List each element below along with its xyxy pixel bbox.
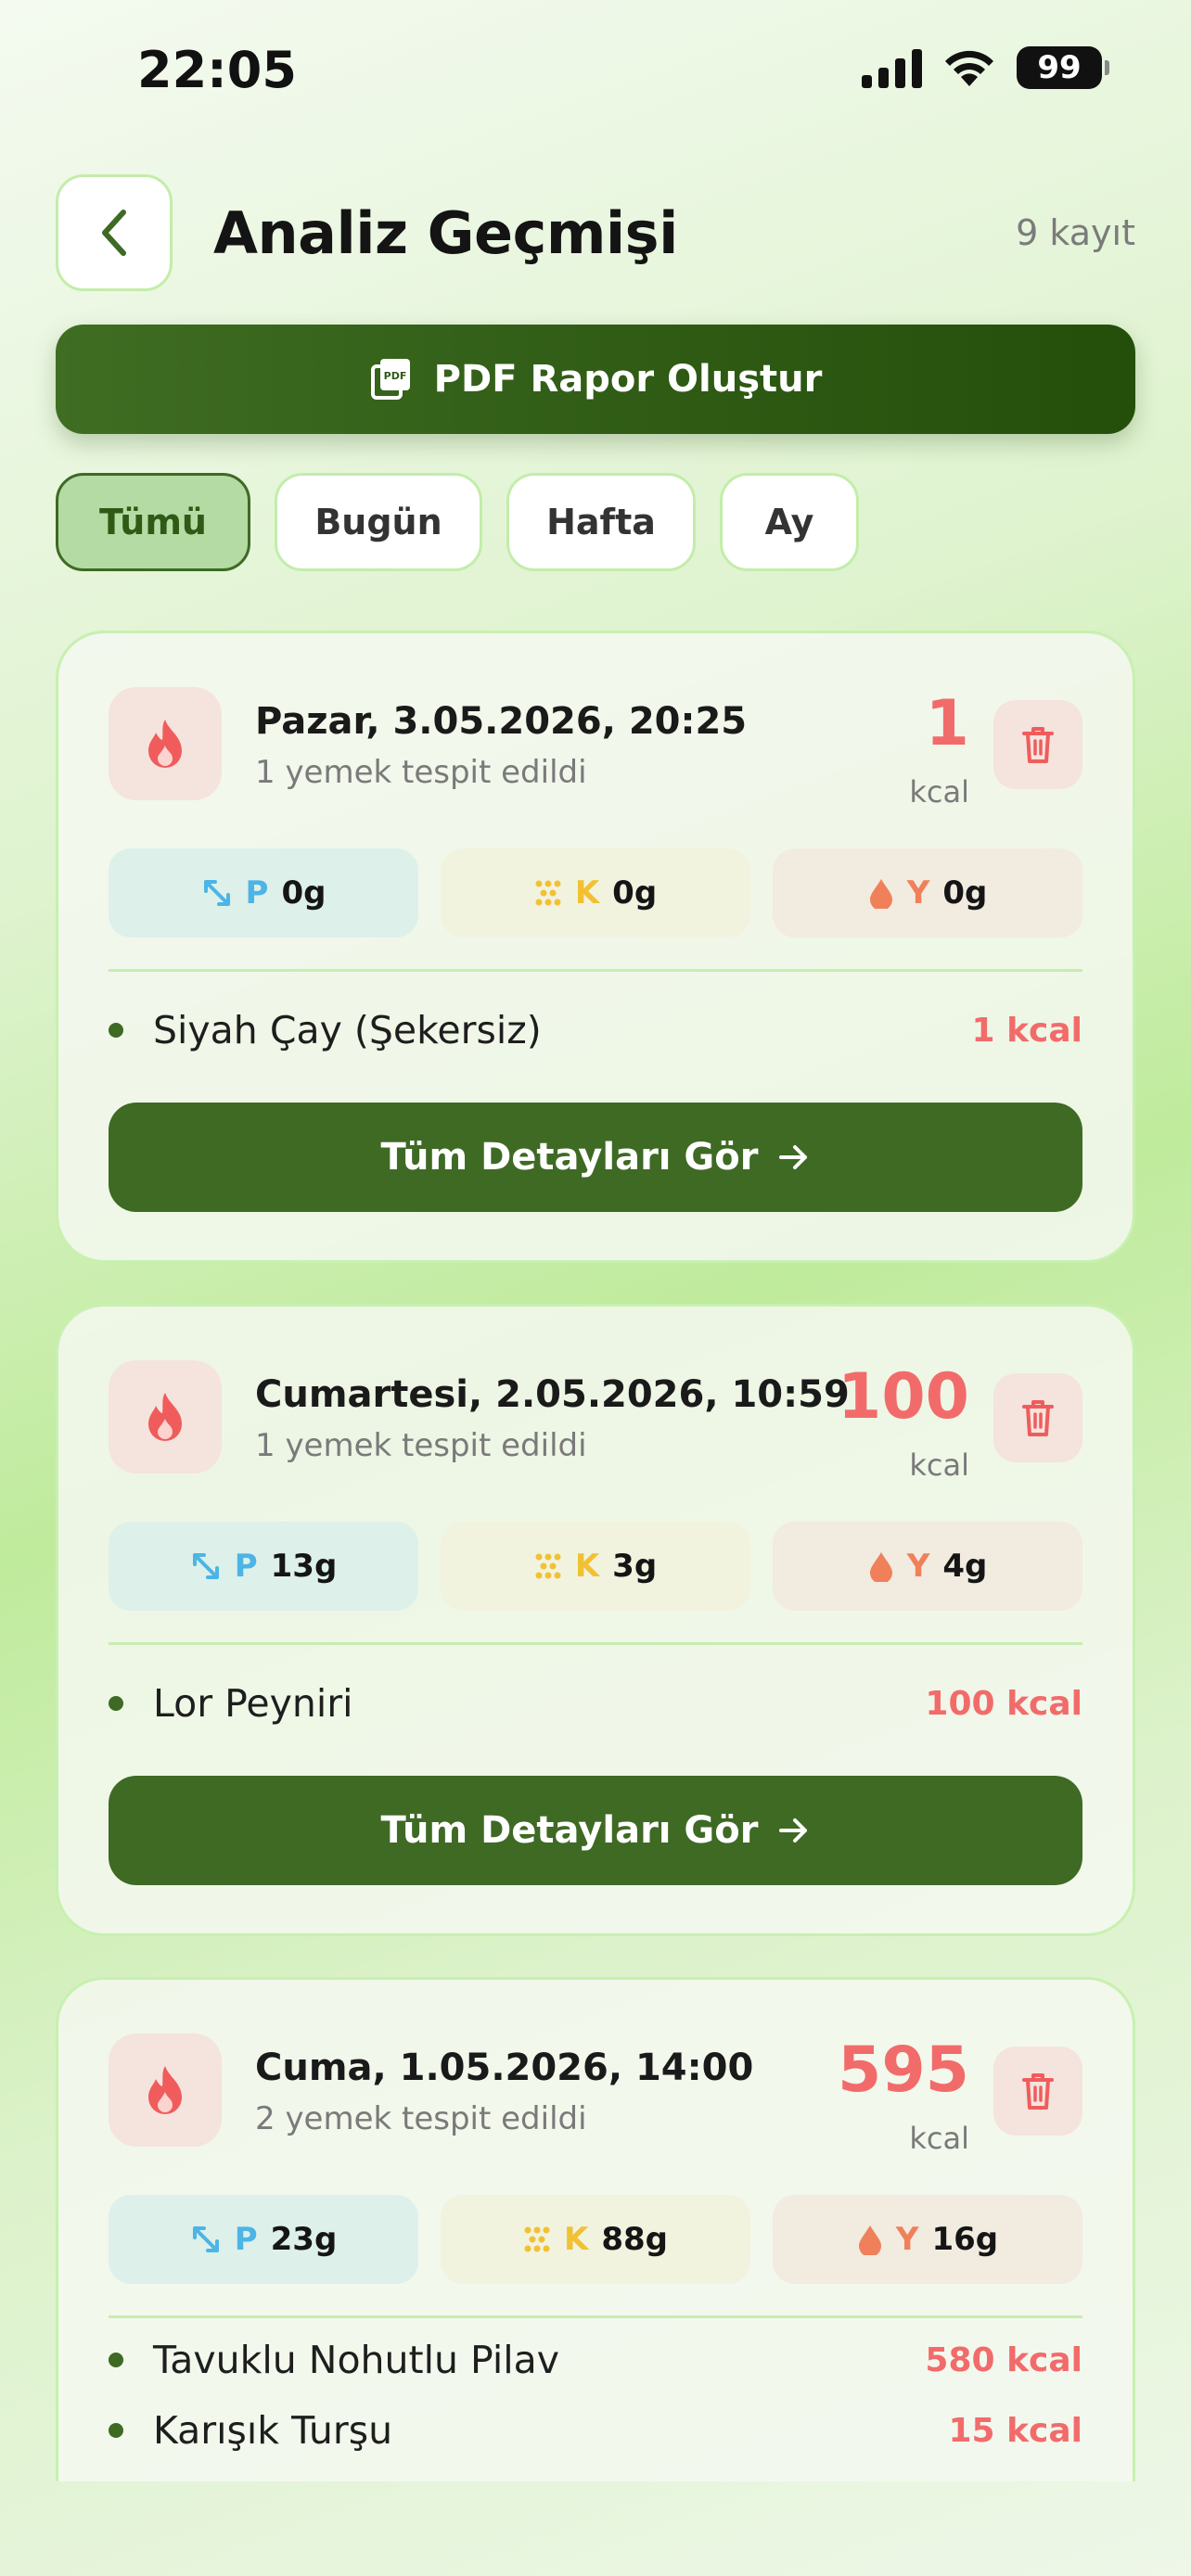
fat-value: 16g — [931, 2221, 999, 2258]
view-details-button[interactable]: Tüm Detayları Gör — [109, 1103, 1082, 1212]
protein-value: 0g — [281, 874, 327, 912]
wifi-icon — [945, 50, 993, 86]
bullet-icon — [109, 2423, 123, 2438]
arrows-expand-icon — [192, 1553, 219, 1579]
record-count: 9 kayıt — [1016, 212, 1135, 253]
fat-value: 4g — [942, 1548, 988, 1585]
carb-value: 88g — [601, 2221, 668, 2258]
meal-icon — [109, 2034, 222, 2147]
card-subtitle: 1 yemek tespit edildi — [255, 754, 587, 791]
drop-icon — [869, 879, 892, 909]
analysis-card[interactable]: Cuma, 1.05.2026, 14:00 2 yemek tespit ed… — [56, 1977, 1135, 2481]
macro-fat: Y 0g — [773, 848, 1082, 937]
food-kcal: 580 kcal — [925, 2340, 1082, 2379]
macro-protein: P 13g — [109, 1522, 418, 1611]
card-subtitle: 1 yemek tespit edildi — [255, 1427, 587, 1464]
macro-protein: P 23g — [109, 2195, 418, 2284]
kcal-unit: kcal — [909, 2121, 969, 2156]
analysis-card[interactable]: Cumartesi, 2.05.2026, 10:59 1 yemek tesp… — [56, 1304, 1135, 1936]
meal-icon — [109, 687, 222, 800]
fire-icon — [148, 1393, 182, 1441]
divider — [109, 2315, 1082, 2318]
grain-dots-icon — [535, 880, 561, 906]
total-kcal: 100 — [838, 1360, 969, 1434]
food-name: Karışık Turşu — [153, 2408, 393, 2453]
filter-today[interactable]: Bugün — [275, 473, 482, 571]
pdf-report-label: PDF Rapor Oluştur — [433, 358, 823, 401]
page-title: Analiz Geçmişi — [213, 198, 678, 267]
arrow-right-icon — [779, 1818, 808, 1843]
view-details-button[interactable]: Tüm Detayları Gör — [109, 1776, 1082, 1885]
status-time: 22:05 — [137, 41, 297, 99]
filter-tabs: Tümü Bugün Hafta Ay — [56, 473, 859, 571]
card-date: Pazar, 3.05.2026, 20:25 — [255, 700, 748, 743]
pdf-file-icon: PDF — [370, 359, 410, 400]
food-kcal: 100 kcal — [925, 1684, 1082, 1723]
food-kcal: 15 kcal — [948, 2411, 1082, 2450]
grain-dots-icon — [524, 2226, 550, 2252]
food-name: Lor Peyniri — [153, 1681, 353, 1726]
status-bar: 22:05 99 — [0, 0, 1191, 139]
cellular-signal-icon — [862, 47, 922, 88]
fire-icon — [148, 720, 182, 768]
card-date: Cumartesi, 2.05.2026, 10:59 — [255, 1373, 850, 1416]
bullet-icon — [109, 1696, 123, 1711]
total-kcal: 595 — [838, 2034, 969, 2107]
macro-fat: Y 4g — [773, 1522, 1082, 1611]
filter-all[interactable]: Tümü — [56, 473, 250, 571]
food-name: Siyah Çay (Şekersiz) — [153, 1008, 542, 1052]
filter-week[interactable]: Hafta — [506, 473, 696, 571]
food-name: Tavuklu Nohutlu Pilav — [153, 2338, 559, 2382]
protein-value: 13g — [270, 1548, 338, 1585]
macro-carb: K 3g — [441, 1522, 750, 1611]
card-date: Cuma, 1.05.2026, 14:00 — [255, 2047, 754, 2089]
fire-icon — [148, 2066, 182, 2114]
bullet-icon — [109, 1023, 123, 1038]
grain-dots-icon — [535, 1553, 561, 1579]
trash-icon — [1022, 727, 1054, 763]
delete-button[interactable] — [993, 1373, 1082, 1462]
kcal-unit: kcal — [909, 774, 969, 810]
filter-month[interactable]: Ay — [720, 473, 859, 571]
meal-icon — [109, 1360, 222, 1473]
kcal-unit: kcal — [909, 1447, 969, 1483]
carb-value: 3g — [612, 1548, 658, 1585]
back-button[interactable] — [56, 174, 173, 291]
chevron-left-icon — [102, 210, 126, 256]
drop-icon — [869, 1552, 892, 1582]
drop-icon — [858, 2225, 881, 2255]
arrows-expand-icon — [203, 880, 230, 906]
analysis-card[interactable]: Pazar, 3.05.2026, 20:25 1 yemek tespit e… — [56, 631, 1135, 1263]
trash-icon — [1022, 2073, 1054, 2110]
divider — [109, 1642, 1082, 1645]
fat-value: 0g — [942, 874, 988, 912]
svg-text:PDF: PDF — [383, 370, 406, 382]
food-kcal: 1 kcal — [971, 1011, 1083, 1050]
card-subtitle: 2 yemek tespit edildi — [255, 2100, 587, 2137]
macro-protein: P 0g — [109, 848, 418, 937]
divider — [109, 969, 1082, 972]
page-header: Analiz Geçmişi 9 kayıt — [56, 174, 1135, 291]
trash-icon — [1022, 1400, 1054, 1436]
arrows-expand-icon — [192, 2226, 219, 2252]
analysis-list[interactable]: Pazar, 3.05.2026, 20:25 1 yemek tespit e… — [0, 631, 1191, 2481]
protein-value: 23g — [270, 2221, 338, 2258]
macro-fat: Y 16g — [773, 2195, 1082, 2284]
food-item: Tavuklu Nohutlu Pilav 580 kcal — [109, 2332, 1082, 2388]
carb-value: 0g — [612, 874, 658, 912]
status-icons: 99 — [862, 46, 1109, 89]
macro-carb: K 88g — [441, 2195, 750, 2284]
arrow-right-icon — [779, 1145, 808, 1169]
delete-button[interactable] — [993, 2047, 1082, 2136]
macro-carb: K 0g — [441, 848, 750, 937]
total-kcal: 1 — [925, 687, 969, 760]
bullet-icon — [109, 2353, 123, 2367]
delete-button[interactable] — [993, 700, 1082, 789]
food-item: Lor Peyniri 100 kcal — [109, 1676, 1082, 1731]
battery-icon: 99 — [1017, 46, 1109, 89]
food-item: Siyah Çay (Şekersiz) 1 kcal — [109, 1002, 1082, 1058]
pdf-report-button[interactable]: PDF PDF Rapor Oluştur — [56, 325, 1135, 434]
food-item: Karışık Turşu 15 kcal — [109, 2403, 1082, 2458]
